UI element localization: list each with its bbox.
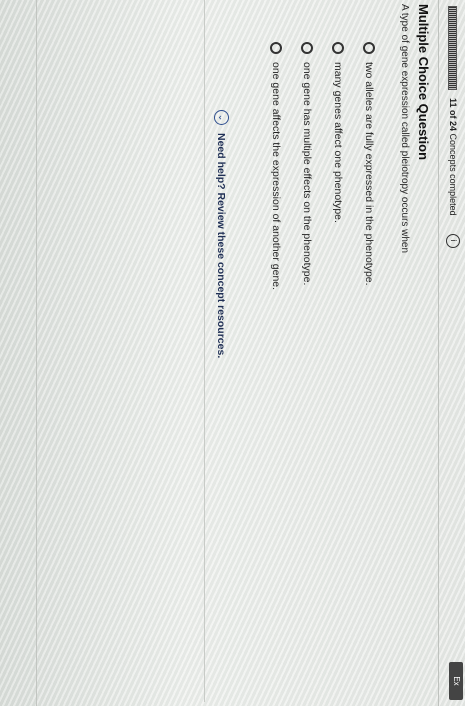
- ex-tab[interactable]: Ex: [449, 662, 463, 700]
- progress-label: Concepts completed: [448, 133, 458, 216]
- help-resources[interactable]: ⌄ Need help? Review these concept resour…: [214, 110, 229, 358]
- answer-option[interactable]: many genes affect one phenotype.: [323, 42, 354, 290]
- radio-button[interactable]: [332, 42, 345, 54]
- progress-count: 11 of 24: [448, 98, 458, 132]
- rotated-page: 11 of 24 Concepts completed i Ex Multipl…: [0, 0, 465, 706]
- radio-button[interactable]: [363, 42, 376, 54]
- question-heading: Multiple Choice Question: [416, 4, 431, 161]
- question-card: Multiple Choice Question A type of gene …: [35, 0, 437, 702]
- answer-option-label: many genes affect one phenotype.: [332, 62, 345, 223]
- answer-option[interactable]: one gene affects the expression of anoth…: [261, 42, 292, 290]
- radio-button[interactable]: [301, 42, 314, 54]
- answer-option-label: one gene affects the expression of anoth…: [270, 62, 283, 291]
- help-label[interactable]: Need help? Review these concept resource…: [216, 133, 228, 358]
- progress-area: 11 of 24 Concepts completed i: [443, 6, 463, 248]
- answer-option-label: one gene has multiple effects on the phe…: [301, 62, 314, 286]
- info-icon[interactable]: i: [446, 233, 460, 248]
- answer-option[interactable]: two alleles are fully expressed in the p…: [354, 42, 385, 290]
- divider: [438, 0, 439, 706]
- answer-option[interactable]: one gene has multiple effects on the phe…: [292, 42, 323, 290]
- divider: [36, 0, 37, 706]
- chevron-down-icon[interactable]: ⌄: [214, 110, 229, 125]
- answer-option-label: two alleles are fully expressed in the p…: [363, 62, 376, 286]
- radio-button[interactable]: [270, 42, 283, 54]
- progress-text: 11 of 24 Concepts completed: [448, 98, 458, 216]
- answer-options: two alleles are fully expressed in the p…: [261, 42, 385, 290]
- question-prompt: A type of gene expression called pleiotr…: [399, 4, 410, 254]
- divider: [204, 0, 205, 702]
- progress-bar: [448, 6, 458, 90]
